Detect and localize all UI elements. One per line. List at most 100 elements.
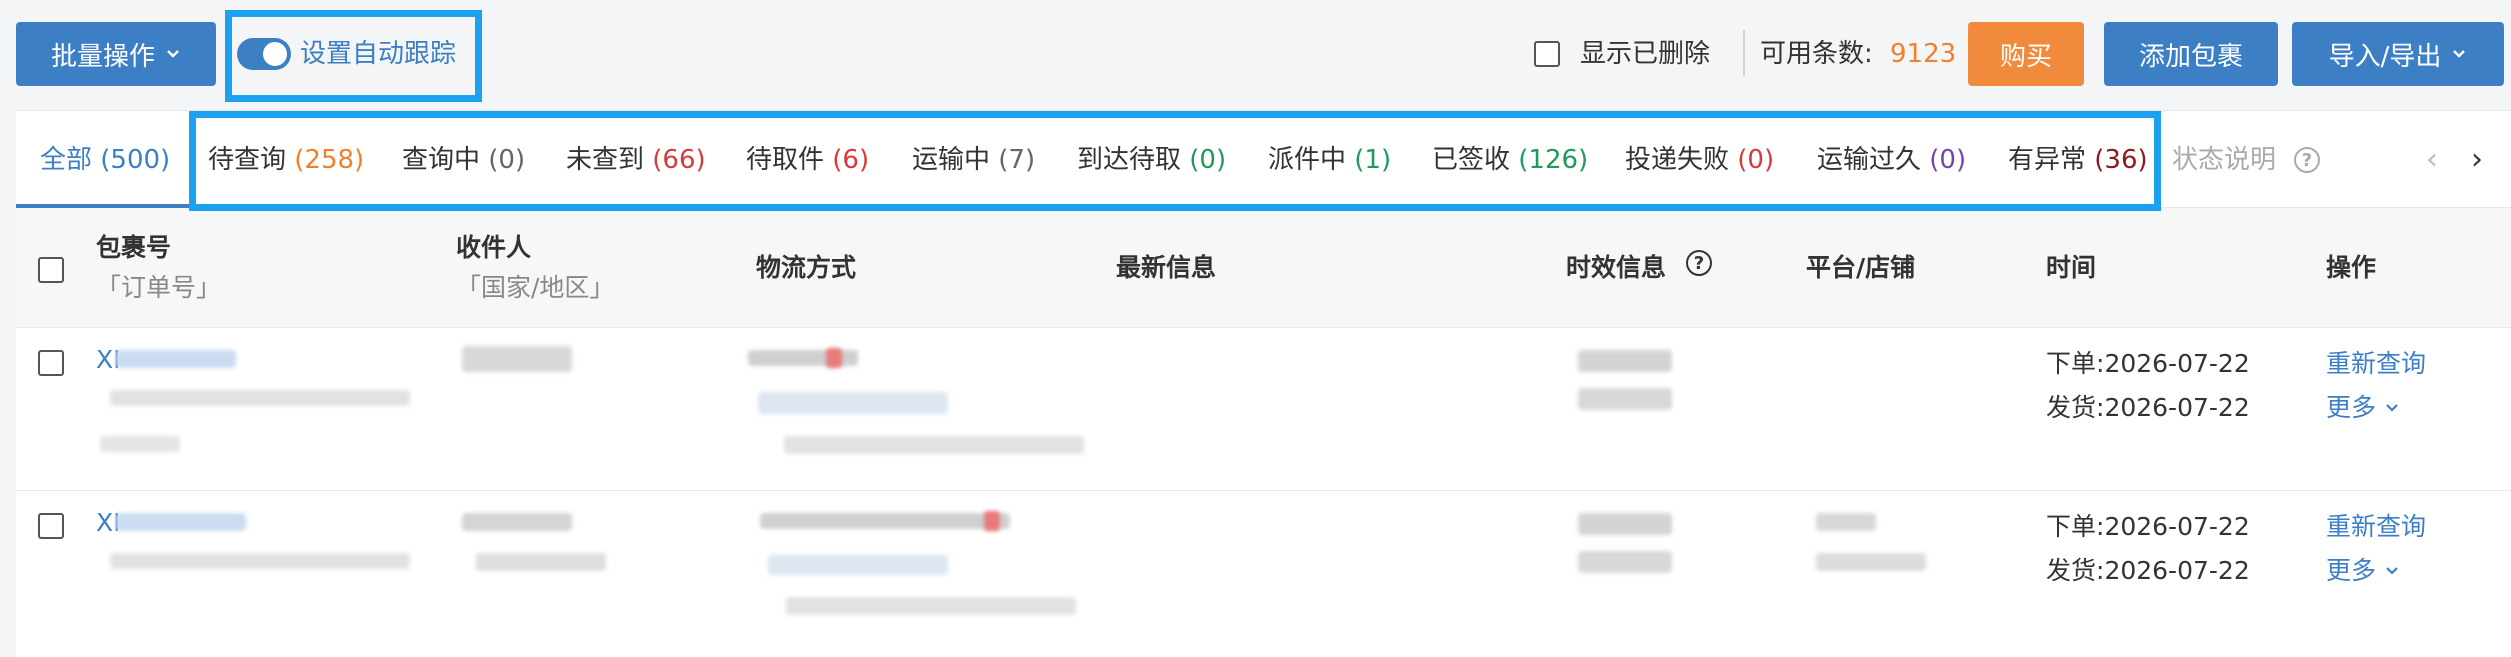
ship-time-label: 发货: — [2046, 393, 2105, 422]
blurred-timeliness — [1578, 551, 1672, 573]
table-header: 包裹号 「订单号」 收件人 「国家/地区」 物流方式 最新信息 时效信息 ? 平… — [16, 208, 2511, 328]
ship-time: 发货:2026-07-22 — [2046, 555, 2250, 587]
more-actions-link[interactable]: 更多 — [2326, 392, 2400, 424]
blurred-recipient — [462, 346, 572, 372]
header-timeliness: 时效信息 — [1566, 253, 1667, 282]
show-deleted-label: 显示已删除 — [1580, 39, 1711, 69]
tab-pending-query[interactable]: 待查询 (258) — [208, 143, 364, 177]
tab-label: 未查到 — [566, 145, 645, 175]
ship-time-value: 2026-07-22 — [2104, 393, 2250, 422]
show-deleted-checkbox[interactable] — [1534, 41, 1560, 67]
tab-count: (66) — [652, 145, 706, 175]
add-package-button[interactable]: 添加包裹 — [2104, 22, 2278, 86]
available-label: 可用条数: — [1760, 39, 1873, 69]
requery-link[interactable]: 重新查询 — [2326, 348, 2426, 380]
blurred-logistics-detail — [784, 436, 1084, 454]
more-label: 更多 — [2326, 556, 2377, 585]
header-action: 操作 — [2326, 253, 2377, 282]
tab-label: 全部 — [40, 145, 93, 175]
status-note-link[interactable]: 状态说明 — [2172, 143, 2276, 177]
header-logistics: 物流方式 — [756, 253, 857, 282]
tab-count: (7) — [998, 145, 1036, 175]
tab-exception[interactable]: 有异常 (36) — [2008, 143, 2148, 177]
tab-count: (36) — [2094, 145, 2148, 175]
tab-pending-pickup[interactable]: 待取件 (6) — [746, 143, 869, 177]
requery-link[interactable]: 重新查询 — [2326, 511, 2426, 543]
tab-in-transit[interactable]: 运输中 (7) — [912, 143, 1035, 177]
tab-label: 投递失败 — [1625, 145, 1730, 175]
ship-time-value: 2026-07-22 — [2104, 556, 2250, 585]
tab-label: 到达待取 — [1077, 145, 1182, 175]
blurred-order-number — [110, 553, 410, 569]
tab-count: (0) — [1189, 145, 1227, 175]
header-country: 「国家/地区」 — [456, 273, 615, 302]
order-time-label: 下单: — [2046, 512, 2105, 541]
tab-delivery-failed[interactable]: 投递失败 (0) — [1625, 143, 1774, 177]
tab-count: (0) — [488, 145, 526, 175]
package-list-card: 全部 (500) 待查询 (258) 查询中 (0) 未查到 (66) 待取件 … — [16, 110, 2511, 657]
toolbar-divider — [1743, 30, 1745, 76]
auto-track-label[interactable]: 设置自动跟踪 — [300, 38, 456, 70]
blurred-platform — [1816, 513, 1876, 531]
blurred-order-number — [110, 390, 410, 406]
tabs-scroll-left-icon[interactable]: ‹ — [2426, 145, 2438, 175]
tab-count: (1) — [1354, 145, 1392, 175]
row-checkbox[interactable] — [38, 513, 64, 539]
available-count: 9123 — [1890, 39, 1957, 69]
blurred-recipient — [462, 513, 572, 531]
tabs-scroll-right-icon[interactable]: › — [2471, 145, 2483, 175]
chevron-down-icon — [2453, 50, 2466, 58]
tab-querying[interactable]: 查询中 (0) — [402, 143, 525, 177]
tab-label: 有异常 — [2008, 145, 2087, 175]
tab-count: (0) — [1929, 145, 1967, 175]
order-time: 下单:2026-07-22 — [2046, 348, 2250, 380]
header-recipient: 收件人 — [456, 233, 532, 262]
header-platform: 平台/店铺 — [1806, 253, 1916, 282]
table-row: XI 下单:2026-07-22 发货:2026-07-22 重新查询 更多 — [16, 328, 2511, 491]
tab-transit-too-long[interactable]: 运输过久 (0) — [1817, 143, 1966, 177]
blurred-tracking-number — [758, 392, 948, 414]
chevron-down-icon — [2386, 404, 2398, 412]
tab-count: (258) — [294, 145, 365, 175]
tab-label: 运输中 — [912, 145, 991, 175]
tab-count: (126) — [1518, 145, 1589, 175]
row-checkbox[interactable] — [38, 350, 64, 376]
header-latest-info: 最新信息 — [1116, 253, 1217, 282]
tab-delivered[interactable]: 已签收 (126) — [1432, 143, 1588, 177]
blurred-timeliness — [1578, 350, 1672, 372]
tab-label: 运输过久 — [1817, 145, 1922, 175]
tab-label: 派件中 — [1268, 145, 1347, 175]
help-icon[interactable]: ? — [2294, 147, 2320, 173]
add-package-label: 添加包裹 — [2138, 41, 2243, 72]
order-time: 下单:2026-07-22 — [2046, 511, 2250, 543]
tab-all[interactable]: 全部 (500) — [40, 143, 170, 177]
order-time-value: 2026-07-22 — [2104, 349, 2250, 378]
more-actions-link[interactable]: 更多 — [2326, 555, 2400, 587]
order-time-value: 2026-07-22 — [2104, 512, 2250, 541]
auto-track-toggle[interactable] — [237, 38, 291, 70]
tab-label: 待查询 — [208, 145, 287, 175]
tab-count: (0) — [1737, 145, 1775, 175]
blurred-package-number — [116, 513, 246, 531]
status-tabs: 全部 (500) 待查询 (258) 查询中 (0) 未查到 (66) 待取件 … — [16, 111, 2511, 208]
ship-time-label: 发货: — [2046, 556, 2105, 585]
tab-out-for-delivery[interactable]: 派件中 (1) — [1268, 143, 1391, 177]
import-export-button[interactable]: 导入/导出 — [2292, 22, 2504, 86]
blurred-tracking-number — [768, 555, 948, 575]
batch-operations-button[interactable]: 批量操作 — [16, 22, 216, 86]
timeliness-help-icon[interactable]: ? — [1686, 250, 1712, 276]
select-all-checkbox[interactable] — [38, 257, 64, 283]
header-time: 时间 — [2046, 253, 2097, 282]
tab-label: 查询中 — [402, 145, 481, 175]
tab-arrived-awaiting[interactable]: 到达待取 (0) — [1077, 143, 1226, 177]
tab-not-found[interactable]: 未查到 (66) — [566, 143, 706, 177]
blurred-timeliness — [1578, 388, 1672, 410]
buy-button[interactable]: 购买 — [1968, 22, 2084, 86]
table-row: XI 下单:2026-07-22 发货:2026-07-22 重新查询 更多 — [16, 491, 2511, 657]
tab-count: (6) — [832, 145, 870, 175]
blurred-logistics-flag — [826, 348, 842, 368]
blurred-logistics — [760, 513, 1010, 529]
blurred-store — [1816, 553, 1926, 571]
chevron-down-icon — [2386, 567, 2398, 575]
blurred-country — [476, 553, 606, 571]
